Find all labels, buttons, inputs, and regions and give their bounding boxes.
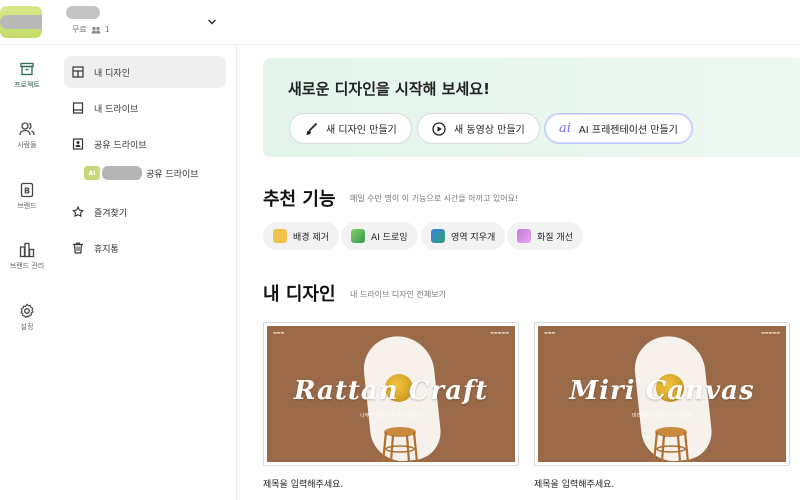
new-video-button[interactable]: 새 동영상 만들기 xyxy=(417,113,540,144)
sidebar-item-favorites[interactable]: 즐겨찾기 xyxy=(64,196,226,228)
drive-badge: AI xyxy=(84,166,100,180)
eraser-icon xyxy=(431,229,445,243)
rail-label: 프로젝트 xyxy=(14,81,40,89)
brand-icon: B xyxy=(20,182,34,198)
enhance-icon xyxy=(517,229,531,243)
thumbnail-artwork: ▬▬▬ ▬▬▬▬▬ Rattan Craft 나무와 라탄 소재 의자 만들기 xyxy=(267,326,515,462)
plan-label: 무료 xyxy=(72,25,87,34)
trash-icon xyxy=(73,242,83,254)
new-design-label: 새 디자인 만들기 xyxy=(326,125,397,136)
people-icon xyxy=(19,122,35,136)
members-icon xyxy=(91,26,101,33)
left-rail: 프로젝트 사람들 B 브랜드 브랜드 관리 설정 xyxy=(0,45,54,500)
chip-label: 화질 개선 xyxy=(537,232,573,243)
top-header: 무료 1 xyxy=(0,0,800,45)
thumb-brand-mark: ▬▬▬ xyxy=(273,330,285,335)
sidebar-subitem-shared-drive[interactable]: AI 공유 드라이브 xyxy=(84,166,199,180)
ai-presentation-button[interactable]: ai AI 프레젠테이션 만들기 xyxy=(544,113,693,144)
thumbnail-title: Miri Canvas xyxy=(569,376,755,406)
thumbnail-subtitle: 나무와 라탄 소재 의자 만들기 xyxy=(360,413,422,419)
rail-item-brand-manage[interactable]: 브랜드 관리 xyxy=(0,242,54,271)
svg-text:B: B xyxy=(24,187,30,196)
sidebar-subitem-label: 공유 드라이브 xyxy=(146,169,199,180)
rail-label: 브랜드 xyxy=(17,202,37,210)
sidebar: 내 디자인 내 드라이브 공유 드라이브 AI 공유 드라이브 즐겨찾기 휴지통 xyxy=(54,45,237,500)
chevron-down-icon[interactable] xyxy=(206,16,218,28)
background-remove-icon xyxy=(273,229,287,243)
sidebar-item-shared-drive[interactable]: 공유 드라이브 xyxy=(64,128,226,160)
chip-area-eraser[interactable]: 영역 지우개 xyxy=(421,222,506,250)
chip-ai-drawing[interactable]: AI 드로잉 xyxy=(341,222,418,250)
features-subtitle: 매일 수만 명이 이 기능으로 시간을 아끼고 있어요! xyxy=(350,194,519,203)
chip-enhance-quality[interactable]: 화질 개선 xyxy=(507,222,583,250)
thumb-brand-mark: ▬▬▬ xyxy=(544,330,556,335)
rail-item-brand[interactable]: B 브랜드 xyxy=(0,182,54,211)
hero-title: 새로운 디자인을 시작해 보세요! xyxy=(288,80,490,98)
hero-banner: 새로운 디자인을 시작해 보세요! 새 디자인 만들기 새 동영상 만들기 ai… xyxy=(263,58,800,157)
design-thumbnail[interactable]: ▬▬▬ ▬▬▬▬▬ Rattan Craft 나무와 라탄 소재 의자 만들기 xyxy=(263,322,519,466)
thumbnail-subtitle: 미리캔버스 새로운 소식 정보 xyxy=(632,413,692,419)
chip-label: 영역 지우개 xyxy=(451,232,496,243)
new-video-label: 새 동영상 만들기 xyxy=(454,125,525,136)
sidebar-item-my-designs[interactable]: 내 디자인 xyxy=(64,56,226,88)
project-icon xyxy=(20,62,34,76)
sidebar-item-my-drive[interactable]: 내 드라이브 xyxy=(64,92,226,124)
design-card[interactable]: ▬▬▬ ▬▬▬▬▬ Miri Canvas 미리캔버스 새로운 소식 정보 제목… xyxy=(534,322,790,490)
shared-drive-icon xyxy=(72,138,84,150)
my-designs-title: 내 디자인 xyxy=(263,284,336,305)
rail-label: 사람들 xyxy=(17,141,37,149)
rail-label: 브랜드 관리 xyxy=(9,262,45,270)
redacted-name xyxy=(0,15,42,29)
star-icon xyxy=(72,206,84,217)
workspace-meta: 무료 1 xyxy=(72,24,110,35)
design-title[interactable]: 제목을 입력해주세요. xyxy=(263,477,519,490)
workspace-logo[interactable] xyxy=(0,6,42,38)
gear-icon xyxy=(20,303,34,319)
rail-item-settings[interactable]: 설정 xyxy=(0,303,54,332)
chip-label: AI 드로잉 xyxy=(371,232,408,243)
new-design-button[interactable]: 새 디자인 만들기 xyxy=(289,113,412,144)
sidebar-item-label: 공유 드라이브 xyxy=(94,140,147,151)
sidebar-item-label: 즐겨찾기 xyxy=(94,208,128,219)
design-thumbnail[interactable]: ▬▬▬ ▬▬▬▬▬ Miri Canvas 미리캔버스 새로운 소식 정보 xyxy=(534,322,790,466)
drive-icon xyxy=(72,102,84,114)
grid-icon xyxy=(72,66,84,78)
rail-item-people[interactable]: 사람들 xyxy=(0,121,54,150)
members-count: 1 xyxy=(104,25,110,34)
play-circle-icon xyxy=(432,121,446,136)
design-title[interactable]: 제목을 입력해주세요. xyxy=(534,477,790,490)
design-card[interactable]: ▬▬▬ ▬▬▬▬▬ Rattan Craft 나무와 라탄 소재 의자 만들기 … xyxy=(263,322,519,490)
ai-drawing-icon xyxy=(351,229,365,243)
my-designs-view-all-link[interactable]: 내 드라이브 디자인 전체보기 xyxy=(350,289,446,300)
chip-remove-background[interactable]: 배경 제거 xyxy=(263,222,339,250)
sidebar-item-label: 내 드라이브 xyxy=(94,104,139,115)
main-content: 새로운 디자인을 시작해 보세요! 새 디자인 만들기 새 동영상 만들기 ai… xyxy=(237,45,800,500)
rail-label: 설정 xyxy=(20,323,34,331)
thumbnail-title: Rattan Craft xyxy=(293,376,489,406)
sidebar-item-label: 내 디자인 xyxy=(94,68,130,79)
chip-label: 배경 제거 xyxy=(293,232,329,243)
ai-icon: ai xyxy=(559,121,571,136)
rail-item-project[interactable]: 프로젝트 xyxy=(0,61,54,90)
ai-presentation-label: AI 프레젠테이션 만들기 xyxy=(578,125,678,136)
sidebar-item-trash[interactable]: 휴지통 xyxy=(64,232,226,264)
brand-manage-icon xyxy=(19,242,35,258)
redacted-name xyxy=(102,166,142,180)
thumbnail-artwork: ▬▬▬ ▬▬▬▬▬ Miri Canvas 미리캔버스 새로운 소식 정보 xyxy=(538,326,786,462)
sidebar-item-label: 휴지통 xyxy=(94,244,119,255)
workspace-name-redacted xyxy=(66,6,100,19)
brush-icon xyxy=(305,122,317,135)
features-title: 추천 기능 xyxy=(263,189,336,210)
thumb-corner-mark: ▬▬▬▬▬ xyxy=(761,330,780,335)
thumb-corner-mark: ▬▬▬▬▬ xyxy=(490,330,509,335)
